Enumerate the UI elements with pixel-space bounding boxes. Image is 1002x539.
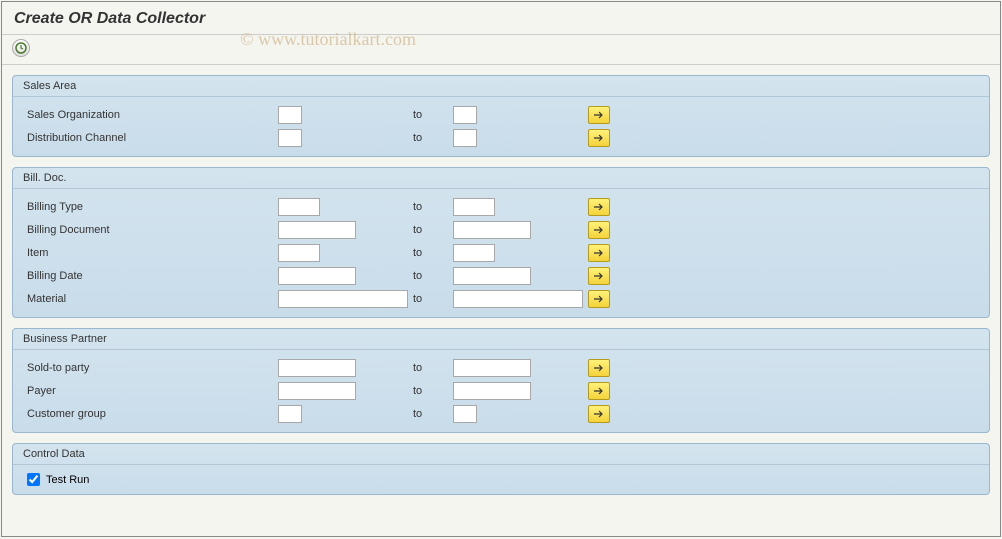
multi-select-billing-document[interactable] [588, 221, 610, 239]
label-payer: Payer [23, 385, 278, 397]
group-title-control-data: Control Data [13, 444, 989, 465]
to-label: to [413, 385, 453, 397]
multi-select-payer[interactable] [588, 382, 610, 400]
input-billing-type-from[interactable] [278, 198, 320, 216]
to-label: to [413, 293, 453, 305]
group-sales-area: Sales Area Sales Organization to Distrib… [12, 75, 990, 157]
input-customer-group-from[interactable] [278, 405, 302, 423]
multi-select-sold-to[interactable] [588, 359, 610, 377]
input-customer-group-to[interactable] [453, 405, 477, 423]
toolbar [2, 35, 1000, 65]
to-label: to [413, 201, 453, 213]
to-label: to [413, 247, 453, 259]
to-label: to [413, 270, 453, 282]
input-sold-to-to[interactable] [453, 359, 531, 377]
label-material: Material [23, 293, 278, 305]
group-business-partner: Business Partner Sold-to party to Payer … [12, 328, 990, 433]
row-sales-org: Sales Organization to [23, 104, 979, 126]
row-item: Item to [23, 242, 979, 264]
to-label: to [413, 109, 453, 121]
label-customer-group: Customer group [23, 408, 278, 420]
row-billing-date: Billing Date to [23, 265, 979, 287]
multi-select-customer-group[interactable] [588, 405, 610, 423]
row-payer: Payer to [23, 380, 979, 402]
page-title: Create OR Data Collector [14, 10, 988, 28]
input-payer-to[interactable] [453, 382, 531, 400]
page-header: Create OR Data Collector [2, 2, 1000, 35]
row-material: Material to [23, 288, 979, 310]
input-material-from[interactable] [278, 290, 408, 308]
input-sales-org-to[interactable] [453, 106, 477, 124]
input-dist-channel-to[interactable] [453, 129, 477, 147]
row-billing-type: Billing Type to [23, 196, 979, 218]
execute-button[interactable] [12, 39, 30, 57]
group-control-data: Control Data Test Run [12, 443, 990, 495]
group-title-sales-area: Sales Area [13, 76, 989, 97]
group-title-business-partner: Business Partner [13, 329, 989, 350]
row-dist-channel: Distribution Channel to [23, 127, 979, 149]
input-billing-date-to[interactable] [453, 267, 531, 285]
to-label: to [413, 224, 453, 236]
label-sold-to: Sold-to party [23, 362, 278, 374]
group-title-bill-doc: Bill. Doc. [13, 168, 989, 189]
label-test-run: Test Run [46, 474, 89, 486]
row-customer-group: Customer group to [23, 403, 979, 425]
input-billing-date-from[interactable] [278, 267, 356, 285]
content-area: Sales Area Sales Organization to Distrib… [2, 65, 1000, 515]
to-label: to [413, 362, 453, 374]
input-billing-type-to[interactable] [453, 198, 495, 216]
input-billing-document-from[interactable] [278, 221, 356, 239]
input-sales-org-from[interactable] [278, 106, 302, 124]
label-dist-channel: Distribution Channel [23, 132, 278, 144]
multi-select-item[interactable] [588, 244, 610, 262]
row-billing-document: Billing Document to [23, 219, 979, 241]
input-dist-channel-from[interactable] [278, 129, 302, 147]
label-sales-org: Sales Organization [23, 109, 278, 121]
input-sold-to-from[interactable] [278, 359, 356, 377]
to-label: to [413, 132, 453, 144]
row-test-run: Test Run [23, 471, 979, 488]
checkbox-test-run[interactable] [27, 473, 40, 486]
input-item-to[interactable] [453, 244, 495, 262]
multi-select-sales-org[interactable] [588, 106, 610, 124]
input-billing-document-to[interactable] [453, 221, 531, 239]
label-item: Item [23, 247, 278, 259]
multi-select-billing-date[interactable] [588, 267, 610, 285]
input-material-to[interactable] [453, 290, 583, 308]
input-payer-from[interactable] [278, 382, 356, 400]
multi-select-billing-type[interactable] [588, 198, 610, 216]
multi-select-dist-channel[interactable] [588, 129, 610, 147]
label-billing-type: Billing Type [23, 201, 278, 213]
label-billing-document: Billing Document [23, 224, 278, 236]
to-label: to [413, 408, 453, 420]
row-sold-to: Sold-to party to [23, 357, 979, 379]
multi-select-material[interactable] [588, 290, 610, 308]
input-item-from[interactable] [278, 244, 320, 262]
label-billing-date: Billing Date [23, 270, 278, 282]
group-bill-doc: Bill. Doc. Billing Type to Billing Docum… [12, 167, 990, 318]
